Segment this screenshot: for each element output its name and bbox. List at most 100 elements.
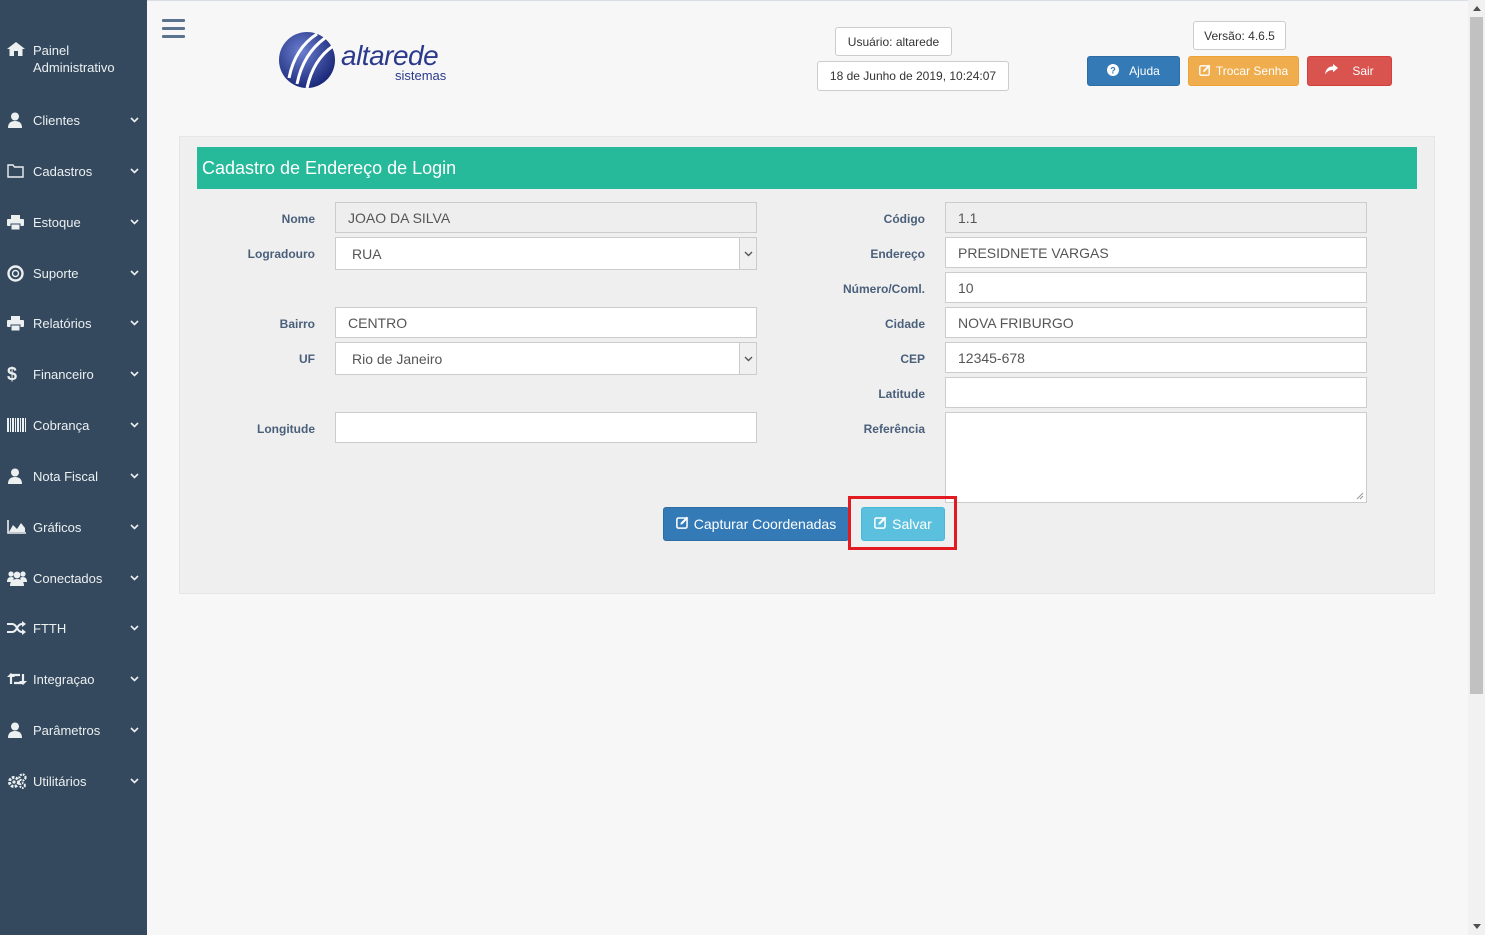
- capture-coordinates-button[interactable]: Capturar Coordenadas: [663, 507, 849, 541]
- folder-icon: [0, 164, 33, 178]
- help-label: Ajuda: [1129, 64, 1160, 78]
- chevron-down-icon: [121, 473, 147, 479]
- chevron-down-icon: [121, 219, 147, 225]
- sidebar-item-label: Parâmetros: [33, 722, 101, 738]
- sidebar-item-label: Relatórios: [33, 315, 92, 331]
- sidebar-item-clientes[interactable]: Clientes: [0, 102, 147, 138]
- sidebar-item-integracao[interactable]: Integraçao: [0, 661, 147, 697]
- numero-field[interactable]: 10: [945, 272, 1367, 303]
- print-icon: [0, 315, 33, 331]
- uf-label: UF: [299, 352, 315, 366]
- sidebar-item-cadastros[interactable]: Cadastros: [0, 153, 147, 189]
- sidebar-brand[interactable]: Painel Administrativo: [7, 42, 137, 76]
- top-border: [147, 0, 1468, 1]
- chevron-down-icon: [121, 320, 147, 326]
- current-user-badge: Usuário: altarede: [835, 27, 952, 56]
- altarede-logo: altarede sistemas: [277, 28, 462, 92]
- nome-label: Nome: [281, 212, 315, 226]
- retweet-icon: [0, 672, 33, 686]
- edit-icon: [1198, 64, 1211, 79]
- numero-label: Número/Coml.: [842, 282, 925, 296]
- sidebar-item-label: Conectados: [33, 570, 103, 586]
- change-password-label: Trocar Senha: [1215, 64, 1289, 78]
- save-button[interactable]: Salvar: [861, 507, 945, 541]
- share-arrow-icon: [1325, 64, 1339, 78]
- change-password-button[interactable]: Trocar Senha: [1188, 56, 1299, 86]
- area-chart-icon: [0, 520, 33, 534]
- referencia-textarea[interactable]: [945, 412, 1367, 503]
- chevron-down-icon: [121, 625, 147, 631]
- random-icon: [0, 621, 33, 635]
- logo-subtitle: sistemas: [395, 68, 447, 83]
- logo-globe-icon: [279, 32, 335, 89]
- chevron-down-icon: [121, 371, 147, 377]
- help-button[interactable]: ? Ajuda: [1087, 56, 1180, 86]
- sidebar-item-relatorios[interactable]: Relatórios: [0, 305, 147, 341]
- logradouro-select[interactable]: RUA: [335, 237, 757, 270]
- scroll-up-icon[interactable]: [1468, 0, 1485, 17]
- menu-toggle-icon[interactable]: [162, 19, 185, 40]
- sidebar-item-label: Cadastros: [33, 163, 93, 179]
- endereco-field[interactable]: PRESIDNETE VARGAS: [945, 237, 1367, 268]
- sidebar-item-suporte[interactable]: Suporte: [0, 255, 147, 291]
- sidebar-item-ftth[interactable]: FTTH: [0, 610, 147, 646]
- sidebar: Painel Administrativo Clientes Cadastros…: [0, 0, 147, 935]
- chevron-down-icon: [121, 778, 147, 784]
- sidebar-item-cobranca[interactable]: Cobrança: [0, 407, 147, 443]
- home-icon: [7, 42, 25, 56]
- question-circle-icon: ?: [1107, 63, 1120, 79]
- bairro-label: Bairro: [279, 317, 315, 331]
- barcode-icon: [0, 418, 33, 432]
- codigo-field[interactable]: 1.1: [945, 202, 1367, 233]
- sidebar-item-conectados[interactable]: Conectados: [0, 560, 147, 596]
- sidebar-item-label: FTTH: [33, 620, 67, 636]
- cep-label: CEP: [900, 352, 925, 366]
- exit-button[interactable]: Sair: [1307, 56, 1392, 86]
- dollar-icon: $: [7, 363, 18, 384]
- sidebar-item-label: Integraçao: [33, 671, 95, 687]
- logradouro-value: RUA: [352, 245, 382, 262]
- sidebar-item-label: Nota Fiscal: [33, 468, 99, 484]
- lifebuoy-icon: [0, 264, 33, 282]
- logradouro-label: Logradouro: [247, 247, 315, 261]
- longitude-field[interactable]: [335, 412, 757, 443]
- chevron-down-icon: [121, 270, 147, 276]
- chevron-down-icon: [121, 422, 147, 428]
- user-icon: [0, 468, 33, 484]
- capture-coordinates-label: Capturar Coordenadas: [693, 516, 837, 532]
- referencia-label: Referência: [863, 422, 925, 436]
- chevron-down-icon: [739, 343, 756, 374]
- sidebar-item-estoque[interactable]: Estoque: [0, 204, 147, 240]
- sidebar-item-label: Estoque: [33, 214, 81, 230]
- print-icon: [0, 214, 33, 230]
- scroll-down-icon[interactable]: [1468, 918, 1485, 935]
- users-icon: [0, 570, 33, 586]
- chevron-down-icon: [739, 238, 756, 269]
- sidebar-item-label: Utilitários: [33, 773, 87, 789]
- sidebar-item-graficos[interactable]: Gráficos: [0, 509, 147, 545]
- endereco-label: Endereço: [870, 247, 925, 261]
- edit-icon: [874, 516, 887, 532]
- uf-select[interactable]: Rio de Janeiro: [335, 342, 757, 375]
- sidebar-item-utilitarios[interactable]: Utilitários: [0, 763, 147, 799]
- sidebar-item-label: Clientes: [33, 112, 80, 128]
- sidebar-item-parametros[interactable]: Parâmetros: [0, 712, 147, 748]
- sidebar-item-financeiro[interactable]: $ Financeiro: [0, 356, 147, 392]
- scrollbar-thumb[interactable]: [1470, 17, 1483, 694]
- sidebar-item-nota-fiscal[interactable]: Nota Fiscal: [0, 458, 147, 494]
- sidebar-item-label: Financeiro: [33, 366, 94, 382]
- resize-grip-icon[interactable]: [1356, 492, 1364, 500]
- bairro-field[interactable]: CENTRO: [335, 307, 757, 338]
- cogs-icon: [0, 773, 33, 789]
- chevron-down-icon: [121, 524, 147, 530]
- latitude-field[interactable]: [945, 377, 1367, 408]
- current-datetime: 18 de Junho de 2019, 10:24:07: [817, 61, 1009, 91]
- cep-field[interactable]: 12345-678: [945, 342, 1367, 373]
- latitude-label: Latitude: [878, 387, 925, 401]
- chevron-down-icon: [121, 676, 147, 682]
- chevron-down-icon: [121, 117, 147, 123]
- nome-field[interactable]: JOAO DA SILVA: [335, 202, 757, 233]
- cidade-field[interactable]: NOVA FRIBURGO: [945, 307, 1367, 338]
- vertical-scrollbar[interactable]: [1468, 0, 1485, 935]
- user-icon: [0, 722, 33, 738]
